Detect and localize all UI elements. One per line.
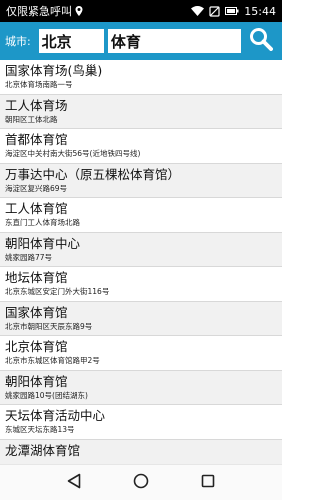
result-name: 首都体育馆 <box>5 132 68 147</box>
list-item[interactable]: 朝阳体育馆 姚家园路10号(团结湖东) <box>0 370 282 405</box>
result-name: 朝阳体育馆 <box>5 373 68 389</box>
result-name: 工人体育场 <box>5 97 68 113</box>
back-triangle-icon <box>67 473 81 493</box>
result-address: 朝阳区工体北路 <box>5 114 58 124</box>
home-circle-icon <box>133 473 149 493</box>
result-address: 海淀区中关村南大街56号(近地铁四号线) <box>5 149 141 158</box>
recents-square-icon <box>201 473 215 492</box>
home-button[interactable] <box>128 470 154 496</box>
list-item[interactable]: 首都体育馆 海淀区中关村南大街56号(近地铁四号线) <box>0 129 282 164</box>
result-name: 工人体育馆 <box>5 201 68 216</box>
result-address: 东直门工人体育场北路 <box>5 218 80 227</box>
list-item[interactable]: 天坛体育活动中心 东城区天坛东路13号 <box>0 405 282 440</box>
result-address: 东城区天坛东路13号 <box>5 425 75 434</box>
status-bar: 仅限紧急呼叫 15:44 <box>0 0 282 22</box>
search-icon <box>249 27 274 55</box>
search-bar: 城市: 北京 体育 <box>0 22 282 60</box>
result-name: 朝阳体育中心 <box>5 235 81 251</box>
list-item[interactable]: 国家体育场(鸟巢) 北京体育场南路一号 <box>0 60 282 95</box>
list-item[interactable]: 朝阳体育中心 姚家园路77号 <box>0 232 282 267</box>
result-name: 龙潭湖体育馆 <box>5 442 81 458</box>
result-address: 北京东城区安定门外大街116号 <box>5 287 110 296</box>
city-input[interactable]: 北京 <box>38 29 104 53</box>
list-item[interactable]: 龙潭湖体育馆 <box>0 439 282 464</box>
result-name: 北京体育馆 <box>5 339 68 354</box>
carrier-text: 仅限紧急呼叫 <box>6 5 72 18</box>
list-item[interactable]: 工人体育馆 东直门工人体育场北路 <box>0 198 282 233</box>
result-address: 姚家园路10号(团结湖东) <box>5 390 88 400</box>
system-nav-bar <box>0 464 282 500</box>
result-name: 地坛体育馆 <box>5 270 68 285</box>
battery-icon <box>225 7 239 15</box>
location-icon <box>75 6 83 16</box>
city-label: 城市: <box>5 35 31 48</box>
result-address: 北京市朝阳区天辰东路9号 <box>5 321 93 331</box>
list-item[interactable]: 万事达中心（原五棵松体育馆） 海淀区复兴路69号 <box>0 163 282 198</box>
back-button[interactable] <box>61 470 87 496</box>
result-name: 万事达中心（原五棵松体育馆） <box>5 166 181 182</box>
result-address: 海淀区复兴路69号 <box>5 183 68 193</box>
result-address: 姚家园路77号 <box>5 252 53 262</box>
clock: 15:44 <box>244 4 276 18</box>
list-item[interactable]: 国家体育馆 北京市朝阳区天辰东路9号 <box>0 301 282 336</box>
list-item[interactable]: 地坛体育馆 北京东城区安定门外大街116号 <box>0 267 282 302</box>
result-address: 北京体育场南路一号 <box>5 80 73 89</box>
recents-button[interactable] <box>195 470 221 496</box>
results-list[interactable]: 国家体育场(鸟巢) 北京体育场南路一号 工人体育场 朝阳区工体北路 首都体育馆 … <box>0 60 282 464</box>
result-name: 天坛体育活动中心 <box>5 408 106 423</box>
list-item[interactable]: 工人体育场 朝阳区工体北路 <box>0 94 282 129</box>
wifi-icon <box>191 6 205 16</box>
search-button[interactable] <box>245 26 277 56</box>
result-address: 北京市东城区体育馆路甲2号 <box>5 356 100 365</box>
result-name: 国家体育场(鸟巢) <box>5 63 103 78</box>
keyword-input[interactable]: 体育 <box>107 29 242 53</box>
result-name: 国家体育馆 <box>5 304 68 320</box>
list-item[interactable]: 北京体育馆 北京市东城区体育馆路甲2号 <box>0 336 282 371</box>
no-sim-icon <box>209 5 220 17</box>
